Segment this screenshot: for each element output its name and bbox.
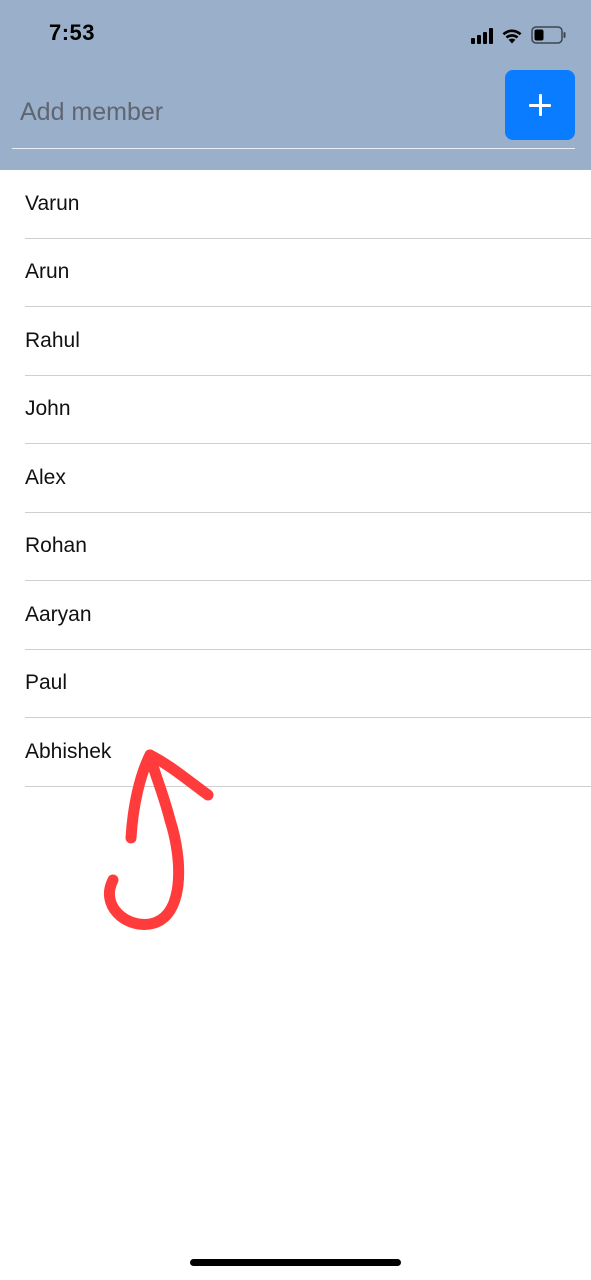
list-item[interactable]: Paul: [25, 650, 591, 718]
member-name: Varun: [25, 191, 80, 215]
member-name: Alex: [25, 465, 66, 489]
header: 7:53: [0, 0, 591, 170]
list-item[interactable]: Varun: [25, 170, 591, 239]
member-name: Rahul: [25, 328, 80, 352]
plus-icon: [529, 94, 551, 116]
member-name: John: [25, 397, 71, 421]
status-icons: [471, 22, 567, 48]
wifi-icon: [501, 27, 523, 44]
member-name: Rohan: [25, 534, 87, 558]
list-item[interactable]: Arun: [25, 239, 591, 307]
signal-icon: [471, 26, 493, 44]
list-item[interactable]: Rahul: [25, 307, 591, 376]
home-indicator[interactable]: [190, 1259, 401, 1266]
input-underline: [12, 148, 575, 149]
list-item[interactable]: Aaryan: [25, 581, 591, 650]
list-item[interactable]: John: [25, 376, 591, 444]
app-screen: 7:53 Add member Varun Arun Rahul John Al…: [0, 0, 591, 1280]
hand-drawn-arrow-icon: [95, 740, 225, 945]
battery-icon: [531, 26, 567, 44]
member-name: Aaryan: [25, 602, 92, 626]
member-name: Arun: [25, 260, 70, 284]
member-list: Varun Arun Rahul John Alex Rohan Aaryan …: [25, 170, 591, 787]
add-member-input[interactable]: [20, 90, 490, 134]
list-item[interactable]: Alex: [25, 444, 591, 513]
list-item[interactable]: Rohan: [25, 513, 591, 581]
add-member-button[interactable]: [505, 70, 575, 140]
status-time: 7:53: [49, 20, 96, 45]
member-name: Paul: [25, 671, 68, 695]
